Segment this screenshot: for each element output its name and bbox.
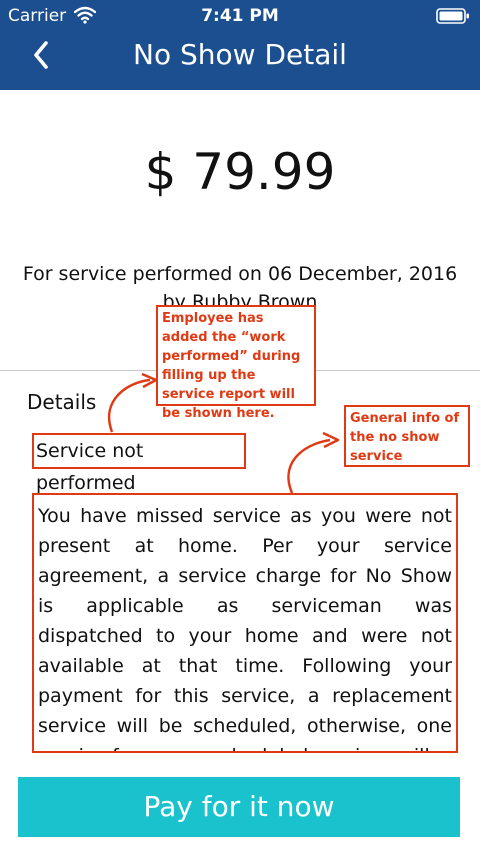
annotation-arrow-info [287,438,331,494]
page-title: No Show Detail [133,38,347,71]
service-date-text: For service performed on 06 December, 20… [22,263,458,285]
no-show-info-text: You have missed service as you were not … [38,505,452,751]
no-show-info-box[interactable]: You have missed service as you were not … [32,493,458,753]
pay-now-button[interactable]: Pay for it now [18,777,460,837]
details-heading: Details [27,390,97,414]
nav-bar: Carrier 7:41 PM No Show Detail [0,0,480,90]
battery-icon [436,8,470,24]
annotation-arrow-work [107,378,151,433]
annotation-arrow-info-head [322,431,340,449]
annotation-info-note: General info of the no show service [344,405,470,467]
annotation-arrow-work-head [141,372,158,389]
no-show-detail-screen: Carrier 7:41 PM No Show Detail $ 79.99 F… [0,0,480,852]
amount-due: $ 79.99 [144,143,336,201]
annotation-work-performed-note: Employee has added the “work performed” … [156,305,316,421]
work-performed-value: Service not performed [32,433,246,494]
status-time: 7:41 PM [201,6,279,26]
